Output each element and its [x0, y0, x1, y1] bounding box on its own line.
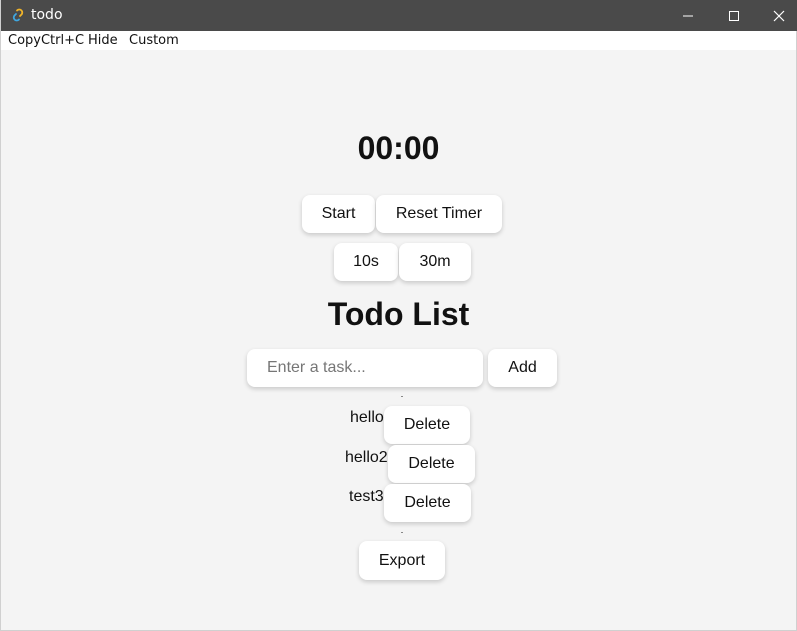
- task-text: hello2: [345, 449, 388, 466]
- delete-button[interactable]: Delete: [388, 445, 475, 483]
- delete-button[interactable]: Delete: [384, 484, 471, 522]
- list-divider-bottom: [401, 532, 403, 533]
- reset-timer-button[interactable]: Reset Timer: [376, 195, 502, 233]
- menu-item-copy[interactable]: CopyCtrl+C: [8, 33, 84, 48]
- link-icon: [12, 8, 24, 22]
- app-window: todo CopyCtrl+C Hide Custom 00:00 Start …: [0, 0, 797, 631]
- menu-item-custom[interactable]: Custom: [129, 33, 179, 48]
- menu-item-hide[interactable]: Hide: [88, 33, 118, 48]
- task-input[interactable]: [247, 349, 483, 387]
- minimize-button[interactable]: [665, 0, 711, 31]
- window-title: todo: [31, 7, 63, 23]
- maximize-icon: [729, 10, 739, 21]
- preset-30m-button[interactable]: 30m: [399, 243, 471, 281]
- maximize-button[interactable]: [711, 0, 757, 31]
- close-button[interactable]: [756, 0, 797, 31]
- task-text: test3: [349, 488, 384, 505]
- menu-bar: CopyCtrl+C Hide Custom: [1, 31, 796, 50]
- title-bar[interactable]: todo: [1, 0, 797, 31]
- delete-button[interactable]: Delete: [384, 406, 470, 444]
- export-button[interactable]: Export: [359, 541, 445, 580]
- main-content: 00:00 Start Reset Timer 10s 30m Todo Lis…: [1, 50, 796, 630]
- todo-heading: Todo List: [327, 296, 470, 332]
- timer-display: 00:00: [357, 130, 440, 166]
- minimize-icon: [683, 15, 693, 16]
- task-text: hello: [350, 409, 384, 426]
- add-button[interactable]: Add: [488, 349, 557, 387]
- list-divider-top: [401, 396, 403, 397]
- close-icon: [773, 10, 785, 21]
- preset-10s-button[interactable]: 10s: [334, 243, 398, 281]
- start-button[interactable]: Start: [302, 195, 375, 233]
